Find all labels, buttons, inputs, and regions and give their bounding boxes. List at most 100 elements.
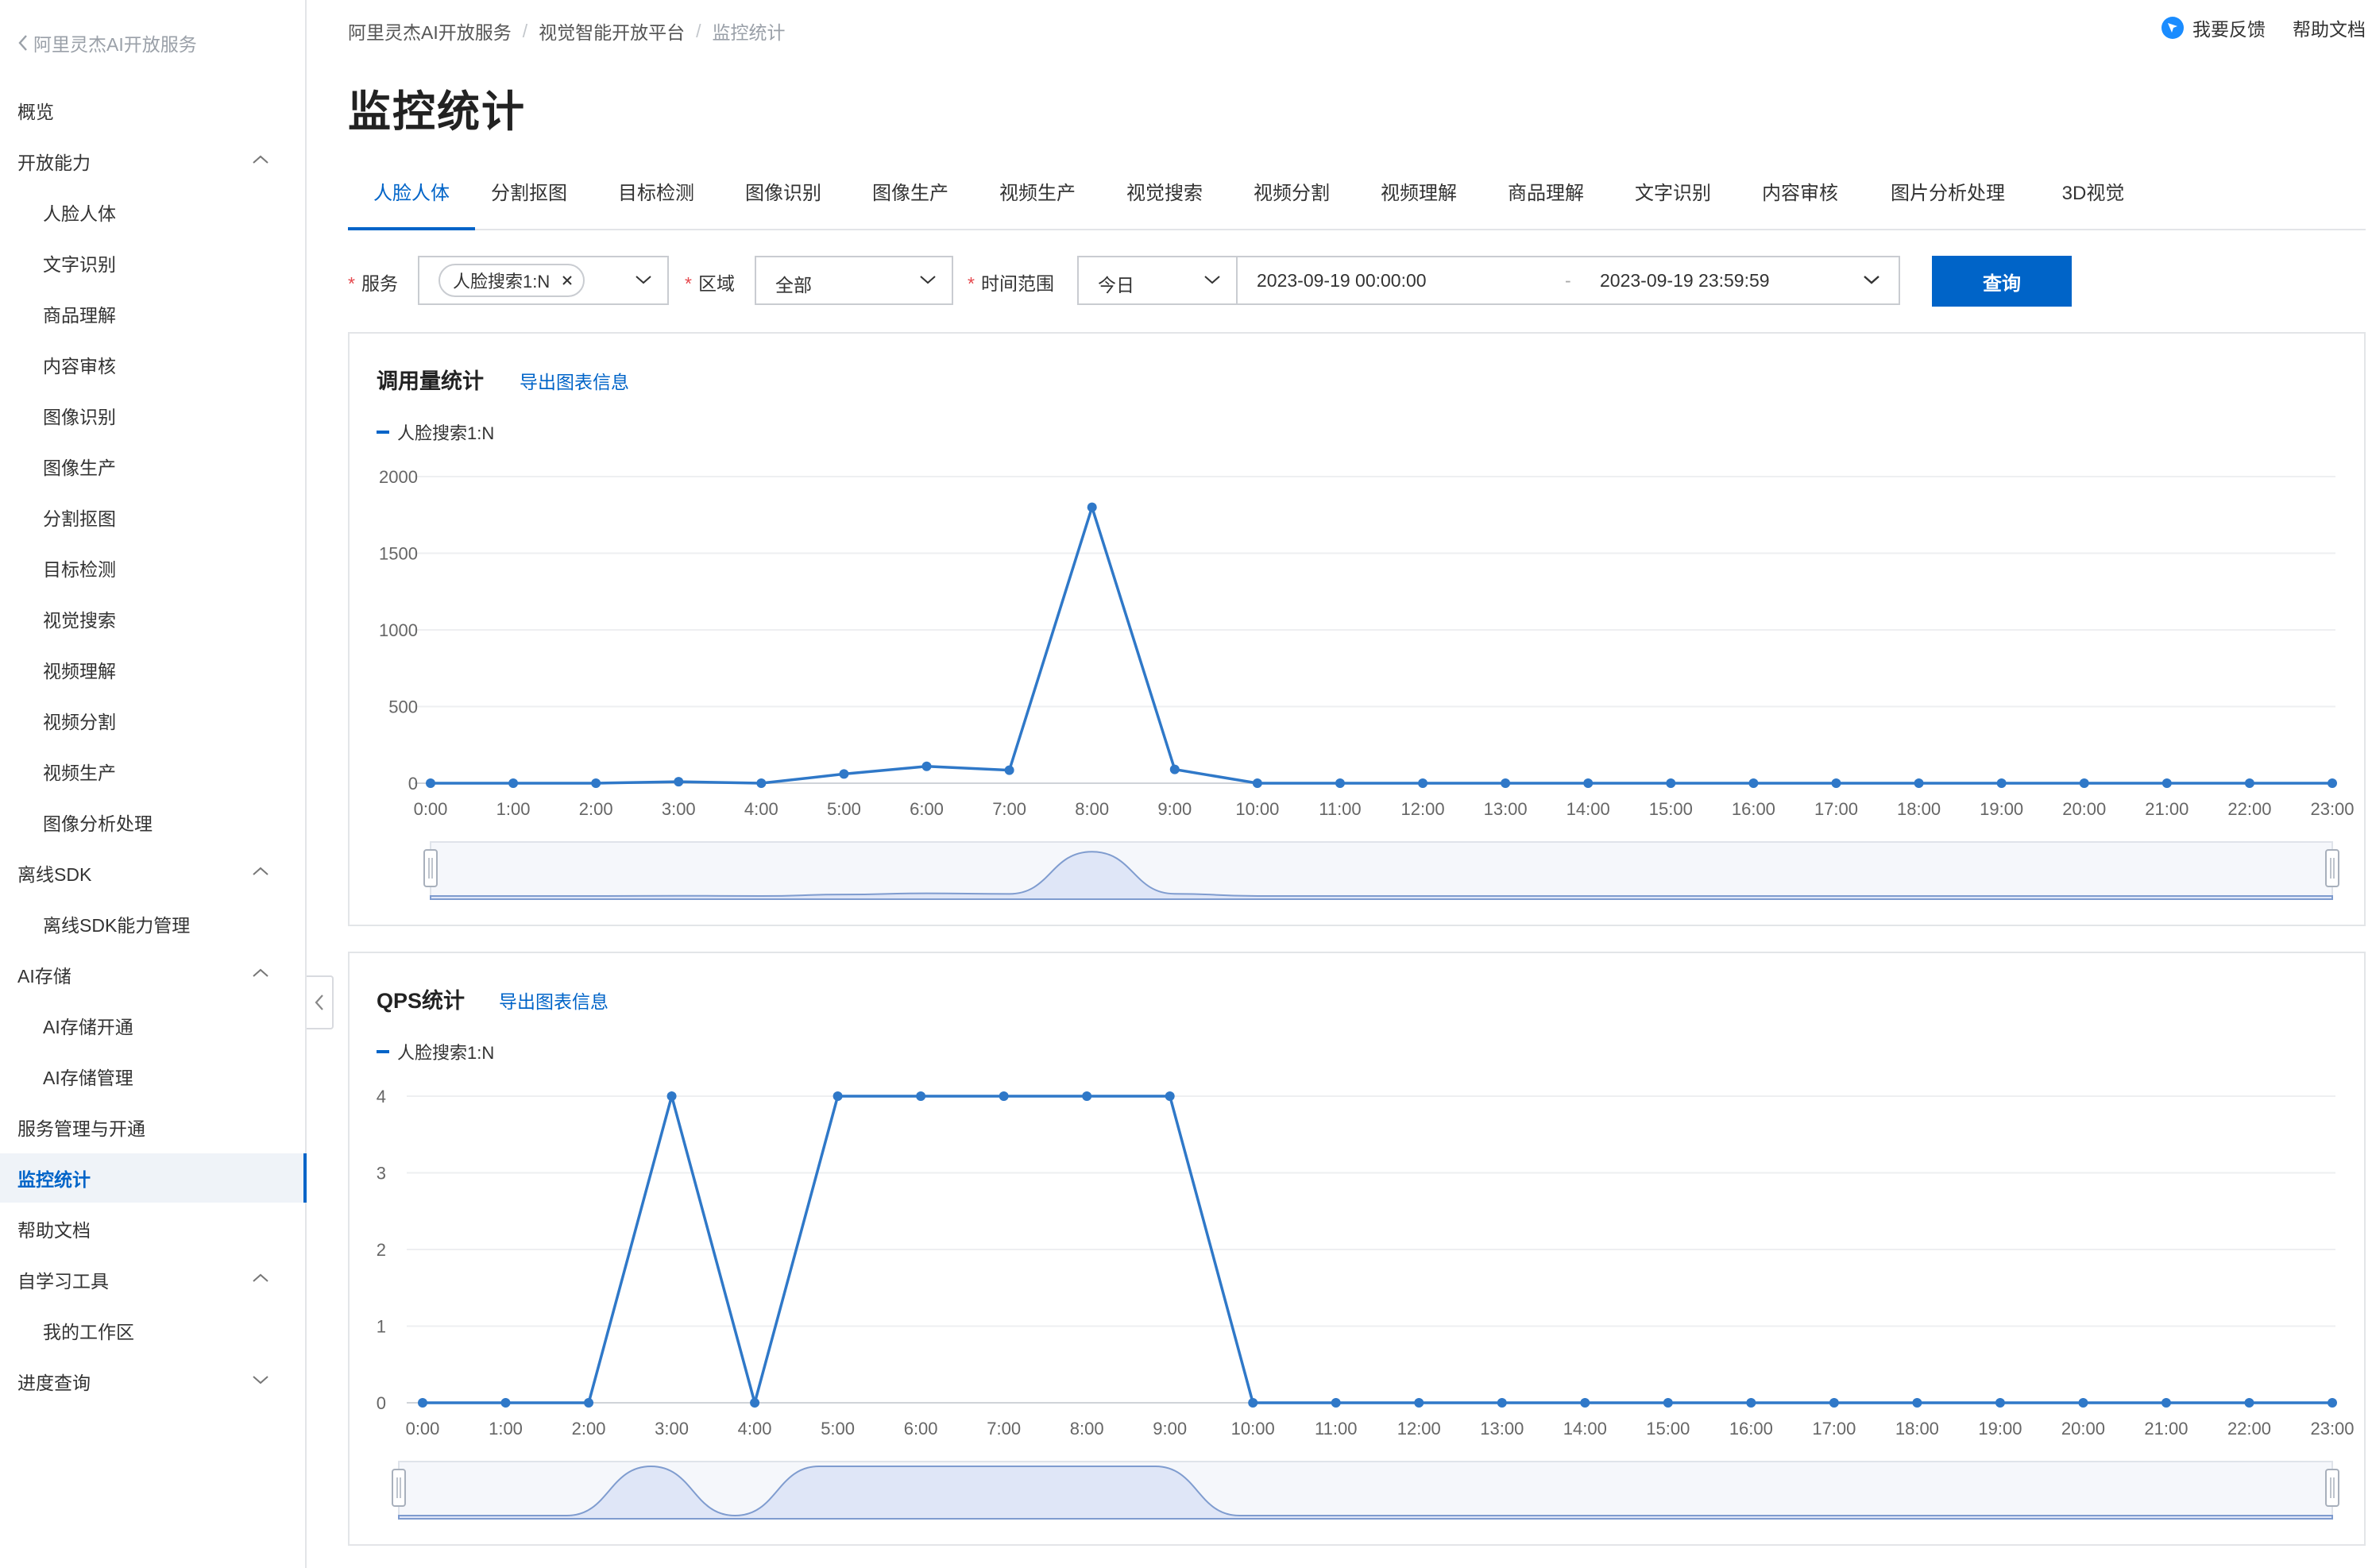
- x-tick-label: 14:00: [1567, 799, 1610, 819]
- tab-3d-vision[interactable]: 3D视觉: [2057, 172, 2129, 229]
- sidebar-item[interactable]: 内容审核: [0, 340, 305, 389]
- sidebar-item[interactable]: 开放能力: [0, 137, 305, 186]
- sidebar-item-label: 自学习工具: [17, 1271, 109, 1292]
- x-tick-label: 17:00: [1812, 1419, 1856, 1439]
- x-tick-label: 3:00: [662, 799, 696, 819]
- tab-image-recognition[interactable]: 图像识别: [739, 172, 828, 229]
- sidebar-item[interactable]: 帮助文档: [0, 1204, 305, 1253]
- tab-visual-search[interactable]: 视觉搜索: [1120, 172, 1209, 229]
- region-select-value: 全部: [775, 275, 812, 295]
- tab-product-understanding[interactable]: 商品理解: [1501, 172, 1590, 229]
- data-point: [1829, 1398, 1839, 1408]
- tab-segmentation[interactable]: 分割抠图: [485, 172, 574, 229]
- chevron-up-icon: [253, 968, 268, 977]
- tab-image-production[interactable]: 图像生产: [866, 172, 955, 229]
- start-time[interactable]: 2023-09-19 00:00:00: [1257, 270, 1427, 292]
- help-docs-link[interactable]: 帮助文档: [2293, 14, 2366, 41]
- tab-video-production[interactable]: 视频生产: [993, 172, 1082, 229]
- x-tick-label: 12:00: [1397, 1419, 1441, 1439]
- tab-text-recognition[interactable]: 文字识别: [1628, 172, 1717, 229]
- sidebar-item[interactable]: AI存储管理: [0, 1052, 305, 1101]
- x-tick-label: 1:00: [496, 799, 531, 819]
- sidebar-item[interactable]: 图像识别: [0, 391, 305, 440]
- sidebar-item-label: 开放能力: [17, 153, 91, 173]
- sidebar-item[interactable]: 图像生产: [0, 442, 305, 491]
- tab-image-analysis[interactable]: 图片分析处理: [1887, 172, 2008, 229]
- breadcrumb-item-platform[interactable]: 视觉智能开放平台: [539, 17, 685, 44]
- data-point: [2079, 778, 2089, 788]
- data-point: [500, 1398, 511, 1408]
- zoom-handle-right[interactable]: [2325, 849, 2339, 887]
- sidebar-item[interactable]: 人脸人体: [0, 187, 305, 237]
- qps-card: QPS统计 导出图表信息 人脸搜索1:N 0 1 2 3 4 0:00 1:00 2:00 3:…: [348, 952, 2366, 1546]
- sidebar-item-label: 视频分割: [43, 712, 116, 732]
- breadcrumb-item-root[interactable]: 阿里灵杰AI开放服务: [348, 17, 512, 44]
- x-tick-label: 15:00: [1646, 1419, 1690, 1439]
- tab-face-body[interactable]: 人脸人体: [348, 172, 475, 230]
- tab-video-segmentation[interactable]: 视频分割: [1247, 172, 1336, 229]
- data-point: [1082, 1091, 1092, 1101]
- tab-video-understanding[interactable]: 视频理解: [1374, 172, 1463, 229]
- sidebar-item[interactable]: AI存储开通: [0, 1001, 305, 1050]
- x-tick-label: 18:00: [1897, 799, 1941, 819]
- tab-object-detection[interactable]: 目标检测: [612, 172, 701, 229]
- back-link[interactable]: 阿里灵杰AI开放服务: [17, 29, 197, 57]
- x-tick-label: 13:00: [1480, 1419, 1524, 1439]
- data-point: [1666, 778, 1676, 788]
- sidebar-item-label: 概览: [17, 102, 54, 122]
- sidebar-collapse-handle[interactable]: [307, 975, 334, 1029]
- sidebar-item[interactable]: 图像分析处理: [0, 798, 305, 847]
- service-filter-label: * 服务: [348, 273, 398, 294]
- series-line: [431, 502, 2332, 785]
- sidebar-item[interactable]: 服务管理与开通: [0, 1103, 305, 1152]
- data-point: [1583, 778, 1594, 788]
- sidebar-item[interactable]: 离线SDK能力管理: [0, 899, 305, 948]
- required-mark: *: [685, 273, 692, 294]
- x-tick-label: 19:00: [1978, 1419, 2022, 1439]
- breadcrumb: 阿里灵杰AI开放服务 / 视觉智能开放平台 / 监控统计: [348, 17, 786, 44]
- sidebar-item[interactable]: 概览: [0, 86, 305, 135]
- sidebar-item[interactable]: 离线SDK: [0, 848, 305, 898]
- zoom-handle-left[interactable]: [392, 1469, 406, 1507]
- sidebar-item[interactable]: 视频生产: [0, 747, 305, 796]
- data-point: [1418, 778, 1428, 788]
- x-tick-label: 11:00: [1319, 799, 1361, 819]
- zoom-handle-right[interactable]: [2325, 1469, 2339, 1507]
- x-tick-label: 11:00: [1315, 1419, 1357, 1439]
- feedback-link[interactable]: 我要反馈: [2161, 14, 2266, 41]
- sidebar-item[interactable]: 进度查询: [0, 1357, 305, 1406]
- time-preset-select[interactable]: 今日: [1077, 256, 1238, 305]
- sidebar-item[interactable]: 监控统计: [0, 1153, 307, 1203]
- top-links: 我要反馈 帮助文档: [2134, 14, 2366, 41]
- data-point: [1996, 778, 2007, 788]
- chevron-left-icon: [315, 994, 323, 1010]
- sidebar-item[interactable]: 文字识别: [0, 238, 305, 288]
- sidebar-item[interactable]: 分割抠图: [0, 492, 305, 542]
- x-tick-label: 0:00: [414, 799, 448, 819]
- close-icon[interactable]: [561, 274, 574, 287]
- sidebar-item[interactable]: 视频分割: [0, 696, 305, 745]
- data-point: [584, 1398, 594, 1408]
- service-select[interactable]: 人脸搜索1:N: [418, 256, 669, 305]
- data-point: [426, 778, 435, 788]
- sidebar-item[interactable]: 视频理解: [0, 645, 305, 694]
- region-select[interactable]: 全部: [755, 256, 953, 305]
- x-tick-label: 3:00: [655, 1419, 689, 1439]
- y-tick-label: 1000: [379, 620, 418, 640]
- tab-content-moderation[interactable]: 内容审核: [1756, 172, 1845, 229]
- sidebar-item-label: 服务管理与开通: [17, 1118, 145, 1139]
- sidebar-item[interactable]: 视觉搜索: [0, 594, 305, 643]
- date-range-picker[interactable]: 2023-09-19 00:00:00 - 2023-09-19 23:59:5…: [1236, 256, 1900, 305]
- sidebar-item[interactable]: 我的工作区: [0, 1306, 305, 1355]
- chevron-down-icon: [635, 276, 651, 284]
- sidebar-item[interactable]: 自学习工具: [0, 1255, 305, 1304]
- end-time[interactable]: 2023-09-19 23:59:59: [1600, 270, 1770, 292]
- x-tick-label: 5:00: [821, 1419, 855, 1439]
- sidebar-item[interactable]: 商品理解: [0, 289, 305, 338]
- sidebar-item[interactable]: 目标检测: [0, 543, 305, 593]
- zoom-handle-left[interactable]: [423, 849, 438, 887]
- sidebar-item[interactable]: AI存储: [0, 950, 305, 999]
- data-point: [1252, 778, 1262, 788]
- data-point: [2161, 1398, 2171, 1408]
- query-button[interactable]: 查询: [1932, 256, 2072, 307]
